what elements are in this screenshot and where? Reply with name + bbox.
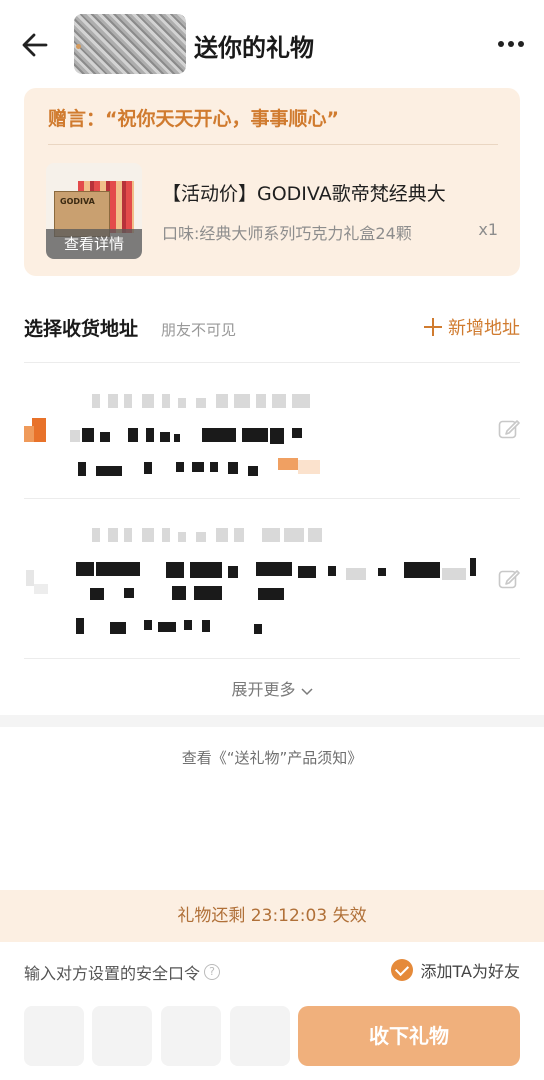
redacted-address-text: [70, 394, 320, 476]
address-item[interactable]: [0, 362, 544, 498]
edit-icon[interactable]: [498, 568, 520, 590]
password-digit-input[interactable]: [92, 1006, 152, 1066]
password-label: 输入对方设置的安全口令: [24, 964, 201, 983]
gift-card: 赠言：“祝你天天开心，事事顺心” GODIVA 查看详情 【活动价】GODIVA…: [24, 88, 520, 276]
page-title: 送你的礼物: [194, 34, 314, 62]
add-address-button[interactable]: 新增地址: [424, 314, 520, 340]
product-quantity: x1: [478, 220, 498, 239]
divider: [24, 658, 520, 659]
location-icon: [26, 570, 48, 594]
product-notice-link[interactable]: 查看《“送礼物”产品须知》: [0, 747, 544, 768]
help-icon[interactable]: ?: [204, 964, 221, 980]
password-digit-input[interactable]: [24, 1006, 84, 1066]
chevron-down-icon: [301, 687, 313, 695]
edit-icon[interactable]: [498, 418, 520, 440]
product-name: 【活动价】GODIVA歌帝梵经典大: [162, 183, 446, 205]
back-arrow-icon[interactable]: [20, 30, 50, 60]
address-section-header: 选择收货地址 朋友不可见: [24, 314, 236, 341]
product-flavor: 口味:经典大师系列巧克力礼盒24颗: [162, 224, 412, 243]
product-brand-mark: GODIVA: [60, 197, 95, 206]
divider: [48, 144, 498, 145]
more-dots-icon[interactable]: [496, 32, 526, 56]
receive-gift-button[interactable]: 收下礼物: [298, 1006, 520, 1066]
selected-location-icon: [24, 418, 46, 442]
header: 送你的礼物: [0, 0, 544, 88]
password-prompt: 输入对方设置的安全口令 ?: [24, 960, 221, 984]
view-details-label[interactable]: 查看详情: [46, 229, 142, 259]
add-friend-label: 添加TA为好友: [420, 962, 520, 981]
address-item[interactable]: [0, 498, 544, 658]
checkbox-checked-icon[interactable]: [390, 959, 413, 981]
plus-icon: [424, 318, 442, 336]
expand-more-button[interactable]: 展开更多: [0, 676, 544, 700]
address-title: 选择收货地址: [24, 318, 139, 340]
gift-message: 赠言：“祝你天天开心，事事顺心”: [48, 108, 339, 130]
address-subtitle: 朋友不可见: [161, 321, 237, 339]
expiry-timer: 礼物还剩 23:12:03 失效: [0, 890, 544, 942]
password-digit-input[interactable]: [230, 1006, 290, 1066]
section-separator: [0, 715, 544, 727]
avatar-dot: [76, 44, 81, 49]
product-image[interactable]: GODIVA 查看详情: [46, 163, 142, 259]
add-address-label: 新增地址: [448, 318, 520, 339]
avatar: [74, 14, 186, 74]
add-friend-toggle[interactable]: 添加TA为好友: [390, 958, 520, 982]
expand-more-label: 展开更多: [231, 680, 296, 699]
password-digit-input[interactable]: [161, 1006, 221, 1066]
redacted-address-text: [76, 528, 476, 634]
